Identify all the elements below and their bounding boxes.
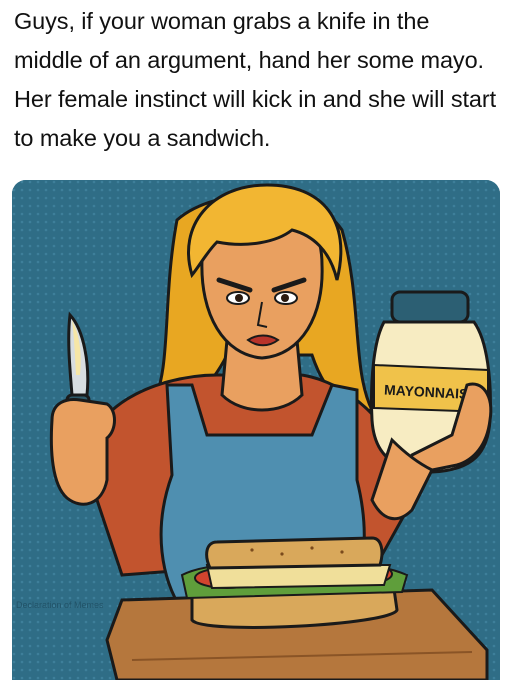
sandwich — [180, 536, 409, 629]
post-caption: Guys, if your woman grabs a knife in the… — [14, 8, 497, 151]
meme-illustration: MAYONNAISE Declaration of Memes — [12, 180, 500, 680]
watermark: Declaration of Memes — [16, 600, 104, 610]
left-hand — [49, 398, 116, 506]
